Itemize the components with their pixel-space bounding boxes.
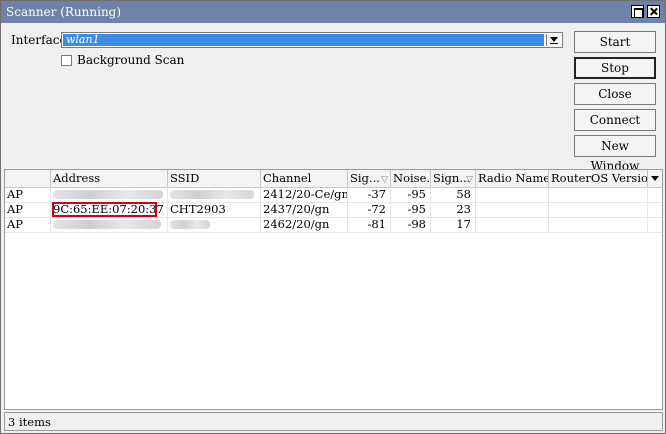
- column-header-flags[interactable]: [5, 170, 51, 187]
- signal-header-label: Sig...: [350, 171, 380, 185]
- column-header-ssid[interactable]: SSID: [168, 170, 261, 187]
- noise-cell: -95: [391, 187, 431, 202]
- snr-header-label: Sign...: [433, 171, 471, 185]
- ssid-cell-redacted: [168, 187, 261, 202]
- interface-value: wlan1: [63, 34, 544, 46]
- background-scan-checkbox[interactable]: [61, 54, 72, 66]
- column-header-noise[interactable]: Noise...: [391, 170, 431, 187]
- table-row[interactable]: AP 2462/20/gn -81 -98 17: [5, 217, 662, 233]
- dropdown-arrow-icon[interactable]: [546, 34, 561, 46]
- address-cell-redacted: [51, 187, 168, 202]
- channel-cell: 2412/20-Ce/gn: [263, 187, 348, 202]
- signal-cell: -72: [348, 202, 391, 217]
- channel-cell: 2462/20/gn: [261, 217, 348, 232]
- table-header: Address SSID Channel Sig... ▽ Noise... S…: [5, 170, 662, 188]
- column-header-signal[interactable]: Sig... ▽: [348, 170, 391, 187]
- close-icon[interactable]: [647, 5, 660, 18]
- ssid-cell: CHT2903: [168, 202, 261, 217]
- noise-cell: -98: [391, 217, 431, 232]
- signal-cell: -37: [348, 187, 391, 202]
- ssid-cell-redacted: [168, 217, 261, 232]
- noise-cell: -95: [391, 202, 431, 217]
- connect-button[interactable]: Connect: [574, 109, 656, 131]
- background-scan-option[interactable]: Background Scan: [61, 53, 184, 67]
- scan-results-table[interactable]: Address SSID Channel Sig... ▽ Noise... S…: [4, 169, 663, 410]
- column-header-routeros-version[interactable]: RouterOS Version: [549, 170, 648, 187]
- stop-button[interactable]: Stop: [574, 57, 656, 79]
- address-cell-redacted: [51, 217, 168, 232]
- start-button[interactable]: Start: [574, 31, 656, 53]
- channel-cell: 2437/20/gn: [261, 202, 348, 217]
- status-bar: 3 items: [4, 412, 663, 431]
- radio-name-cell: [476, 202, 549, 217]
- table-row[interactable]: AP 2412/20-Ce/gn -37 -95 58: [5, 187, 662, 203]
- snr-cell: 23: [431, 202, 476, 217]
- close-button[interactable]: Close: [574, 83, 656, 105]
- flag-cell: AP: [5, 202, 51, 217]
- routeros-version-cell: [549, 187, 648, 202]
- column-header-address[interactable]: Address: [51, 170, 168, 187]
- flag-cell: AP: [5, 187, 51, 202]
- background-scan-label: Background Scan: [77, 53, 185, 67]
- radio-name-cell: [476, 187, 549, 202]
- item-count: 3 items: [8, 415, 51, 429]
- new-window-button[interactable]: New Window: [574, 135, 656, 173]
- title-bar[interactable]: Scanner (Running): [1, 1, 665, 23]
- sort-desc-icon: ▽: [466, 175, 473, 185]
- signal-cell: -81: [348, 217, 391, 232]
- scanner-window: Scanner (Running) Interface: wlan1 Backg…: [0, 0, 666, 434]
- routeros-version-cell: [549, 217, 648, 232]
- address-highlight-annotation: [52, 202, 157, 217]
- snr-cell: 58: [431, 187, 476, 202]
- routeros-version-cell: [549, 202, 648, 217]
- column-header-channel[interactable]: Channel: [261, 170, 348, 187]
- maximize-icon[interactable]: [631, 5, 644, 18]
- window-title: Scanner (Running): [6, 5, 122, 19]
- sort-desc-icon: ▽: [381, 175, 388, 185]
- interface-select[interactable]: wlan1: [61, 32, 563, 48]
- snr-cell: 17: [431, 217, 476, 232]
- flag-cell: AP: [5, 217, 51, 232]
- column-header-snr[interactable]: Sign... ▽: [431, 170, 476, 187]
- column-header-radio-name[interactable]: Radio Name: [476, 170, 549, 187]
- column-menu-icon[interactable]: [648, 170, 662, 187]
- radio-name-cell: [476, 217, 549, 232]
